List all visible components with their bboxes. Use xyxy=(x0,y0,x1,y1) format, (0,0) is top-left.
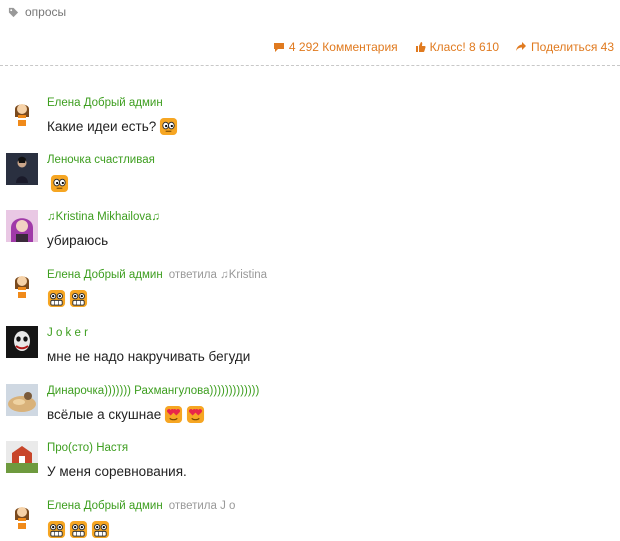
smiley-grin-icon xyxy=(69,289,88,308)
comment-author[interactable]: Елена Добрый админ xyxy=(47,97,163,109)
avatar[interactable] xyxy=(6,326,38,358)
share-arrow-icon xyxy=(516,42,527,51)
smiley-eyes-icon xyxy=(50,174,69,193)
comment-item: J o k e r мне не надо накручивать бегуди xyxy=(6,326,606,376)
comment-item: Елена Добрый админ ответила ♫Kristina xyxy=(6,268,606,318)
comment-author[interactable]: Динарочка))))))) Рахмангулова)))))))))))… xyxy=(47,385,259,397)
comment-text: всёлые а скушнае xyxy=(47,406,162,422)
avatar[interactable] xyxy=(6,268,38,300)
smiley-grin-icon xyxy=(47,520,66,539)
smiley-grin-icon xyxy=(47,289,66,308)
comment-item: Елена Добрый админ Какие идеи есть? xyxy=(6,96,606,146)
klass-hand-icon xyxy=(415,42,426,52)
comment-author[interactable]: Елена Добрый админ xyxy=(47,269,163,281)
klass-button[interactable]: Класс! 8 610 xyxy=(414,40,499,54)
comments-button[interactable]: 4 292 Комментария xyxy=(273,40,398,54)
tag-label: опросы xyxy=(25,5,67,19)
post-actions: 4 292 Комментария Класс! 8 610 Поделитьс… xyxy=(273,40,614,54)
comment-item: Динарочка))))))) Рахмангулова)))))))))))… xyxy=(6,384,606,434)
smiley-heart-eyes-icon xyxy=(186,405,205,424)
avatar[interactable] xyxy=(6,210,38,242)
klass-label: Класс! 8 610 xyxy=(429,40,500,54)
comment-item: Елена Добрый админ ответила J o xyxy=(6,499,606,539)
avatar[interactable] xyxy=(6,96,38,128)
comment-author[interactable]: Елена Добрый админ xyxy=(47,500,163,512)
comments-label: 4 292 Комментария xyxy=(288,40,398,54)
comment-item: Про(сто) Настя У меня соревнования. xyxy=(6,441,606,491)
comment-item: Леночка счастливая xyxy=(6,153,606,203)
comment-item: ♫Kristina Mikhailova♫ убираюсь xyxy=(6,210,606,260)
reply-to[interactable]: ответила J o xyxy=(169,500,236,512)
comment-text: Какие идеи есть? xyxy=(47,118,157,134)
avatar[interactable] xyxy=(6,499,38,531)
smiley-grin-icon xyxy=(69,520,88,539)
comment-text: убираюсь xyxy=(47,232,109,248)
avatar[interactable] xyxy=(6,441,38,473)
comment-text: мне не надо накручивать бегуди xyxy=(47,348,251,364)
reply-to[interactable]: ответила ♫Kristina xyxy=(169,269,267,281)
tag-icon xyxy=(8,7,19,17)
smiley-heart-eyes-icon xyxy=(164,405,183,424)
comment-icon xyxy=(273,43,284,52)
avatar[interactable] xyxy=(6,384,38,416)
comment-text: У меня соревнования. xyxy=(47,463,187,479)
avatar[interactable] xyxy=(6,153,38,185)
smiley-eyes-icon xyxy=(159,117,178,136)
comment-author[interactable]: J o k e r xyxy=(47,327,88,339)
topic-tag[interactable]: опросы xyxy=(8,5,66,19)
divider xyxy=(0,65,620,66)
share-button[interactable]: Поделиться 43 xyxy=(515,40,614,54)
comment-author[interactable]: Про(сто) Настя xyxy=(47,442,128,454)
comment-author[interactable]: Леночка счастливая xyxy=(47,154,155,166)
share-label: Поделиться 43 xyxy=(531,40,614,54)
comment-author[interactable]: ♫Kristina Mikhailova♫ xyxy=(47,211,160,223)
smiley-grin-icon xyxy=(91,520,110,539)
